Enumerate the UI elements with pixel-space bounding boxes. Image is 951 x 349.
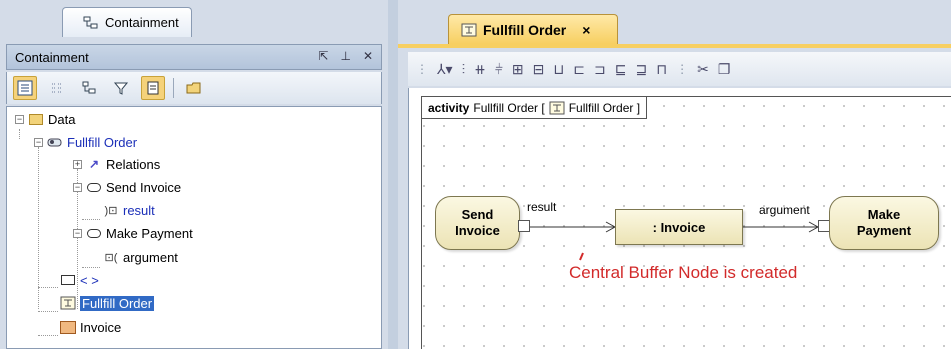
activity-icon (47, 135, 63, 149)
collapse-all-icon[interactable] (13, 76, 37, 100)
input-pin-icon: ⊡( (104, 251, 118, 264)
class-icon (60, 320, 76, 334)
layout-hierarchy-icon[interactable]: ⅄▾ (437, 61, 453, 78)
tree-item-label: result (123, 202, 155, 218)
package-icon (28, 112, 44, 126)
action-icon (86, 226, 102, 240)
central-buffer-node[interactable]: : Invoice (615, 209, 743, 245)
align-right-icon[interactable]: ⫩ (495, 61, 503, 78)
action-icon (86, 180, 102, 194)
tree-connector (82, 219, 100, 220)
tree-connector (38, 335, 58, 336)
distribute-horizontal-icon[interactable]: ⊏ (573, 61, 585, 78)
action-make-payment-label: Make Payment (856, 207, 912, 238)
tree-connector (38, 147, 39, 309)
distribute-vertical-icon[interactable]: ⊐ (594, 61, 606, 78)
collapse-toggle-icon[interactable]: − (73, 228, 82, 238)
toolbar-grip-icon[interactable]: ⋮ (676, 62, 688, 76)
align-bottom-icon[interactable]: ⊔ (553, 61, 564, 78)
pin-panel-icon[interactable]: ⊥ (340, 49, 350, 63)
tree-item-label: < > (80, 272, 99, 288)
cut-icon[interactable]: ✂ (697, 61, 709, 78)
tree-view-icon[interactable] (77, 76, 101, 100)
diagram-canvas[interactable]: activity Fullfill Order [ Fullfill Order… (408, 88, 951, 349)
output-pin-icon: )⊡ (104, 204, 118, 217)
collapse-toggle-icon[interactable]: − (34, 137, 43, 147)
tab-underline (398, 44, 951, 48)
sync-icon[interactable] (141, 76, 165, 100)
new-folder-icon[interactable] (182, 76, 206, 100)
annotation-text: Central Buffer Node is created (569, 263, 798, 282)
activity-diagram-icon (60, 296, 76, 310)
align-left-icon[interactable]: ⫶ (462, 61, 466, 78)
tab-containment-label: Containment (105, 15, 179, 30)
tree-item-invoice[interactable]: Invoice (60, 317, 121, 337)
tree-item-result[interactable]: )⊡ result (103, 200, 155, 220)
panel-splitter[interactable] (388, 0, 398, 349)
diagram-editor: Fullfill Order × ⋮ ⅄▾ ⫶ ⧺ ⫩ ⊞ ⊟ ⊔ ⊏ ⊐ ⊑ … (398, 0, 951, 349)
tree-item-label: Relations (106, 156, 161, 172)
tree-item-label: Fullfill Order (67, 134, 138, 150)
same-size-icon[interactable]: ⊓ (656, 61, 667, 78)
tree-connector (38, 287, 58, 288)
tree-item-label: Send Invoice (106, 179, 182, 195)
pin-label-result: result (527, 200, 557, 214)
copy-icon[interactable]: ❐ (718, 61, 731, 78)
tree-item-data[interactable]: − Data (15, 109, 75, 129)
tree-item-label: Data (48, 111, 76, 127)
tree-item-make-payment[interactable]: − Make Payment (73, 223, 193, 243)
tree-item-label: argument (123, 249, 178, 265)
tab-fullfill-order[interactable]: Fullfill Order × (448, 14, 618, 44)
filter-icon[interactable] (109, 76, 133, 100)
pin-label-argument: argument (759, 203, 810, 217)
tree-connector (19, 129, 20, 139)
close-panel-icon[interactable]: ✕ (363, 49, 373, 63)
align-center-icon[interactable]: ⧺ (474, 61, 486, 78)
same-height-icon[interactable]: ⊒ (635, 61, 647, 78)
annotation-pointer (579, 252, 584, 261)
tree-item-central-buffer[interactable]: < > (60, 270, 99, 290)
expand-toggle-icon[interactable]: + (73, 159, 82, 169)
tree-item-relations[interactable]: + ↗ Relations (73, 154, 160, 174)
relations-icon: ↗ (88, 157, 100, 171)
diagram-toolbar: ⋮ ⅄▾ ⫶ ⧺ ⫩ ⊞ ⊟ ⊔ ⊏ ⊐ ⊑ ⊒ ⊓ ⋮ ✂ ❐ (408, 52, 951, 86)
align-middle-icon[interactable]: ⊟ (533, 61, 545, 78)
tree-item-argument[interactable]: ⊡( argument (103, 247, 178, 267)
tree-connector (38, 311, 58, 312)
containment-tree: − Data − Fullfill Order + ↗ Relations − … (6, 106, 382, 349)
collapse-toggle-icon[interactable]: − (15, 114, 24, 124)
float-panel-icon[interactable]: ⇱ (318, 49, 328, 63)
tree-item-fullfill-order-activity[interactable]: − Fullfill Order (34, 132, 137, 152)
tab-containment[interactable]: Containment (62, 7, 192, 37)
tree-connector (82, 267, 100, 268)
action-make-payment[interactable]: Make Payment (829, 196, 939, 250)
close-tab-icon[interactable]: × (582, 22, 590, 38)
central-buffer-label: : Invoice (652, 219, 706, 235)
collapse-toggle-icon[interactable]: − (73, 182, 82, 192)
tree-item-fullfill-order-diagram[interactable]: Fullfill Order (60, 293, 155, 313)
activity-diagram-icon (461, 23, 477, 37)
action-send-invoice[interactable]: Send Invoice (435, 196, 520, 250)
tree-item-send-invoice[interactable]: − Send Invoice (73, 177, 181, 197)
left-tab-strip: Containment (0, 0, 388, 42)
containment-icon (83, 16, 99, 30)
tree-item-label: Fullfill Order (80, 295, 155, 311)
toolbar-grip-icon[interactable]: ⋮ (416, 62, 428, 76)
toolbar-separator (173, 78, 174, 98)
central-buffer-icon (60, 273, 76, 287)
containment-header: Containment ⇱ ⊥ ✕ (6, 44, 382, 70)
output-pin-result[interactable] (518, 220, 530, 232)
same-width-icon[interactable]: ⊑ (615, 61, 627, 78)
containment-toolbar (6, 72, 382, 104)
tab-fullfill-order-label: Fullfill Order (483, 21, 567, 38)
containment-panel: Containment Containment ⇱ ⊥ ✕ − Data − F… (0, 0, 388, 349)
align-top-icon[interactable]: ⊞ (512, 61, 524, 78)
expand-icon[interactable] (45, 76, 69, 100)
action-send-invoice-label: Send Invoice (455, 207, 500, 238)
tree-item-label: Make Payment (106, 225, 193, 241)
tree-item-label: Invoice (80, 319, 122, 335)
containment-header-title: Containment (15, 49, 89, 65)
